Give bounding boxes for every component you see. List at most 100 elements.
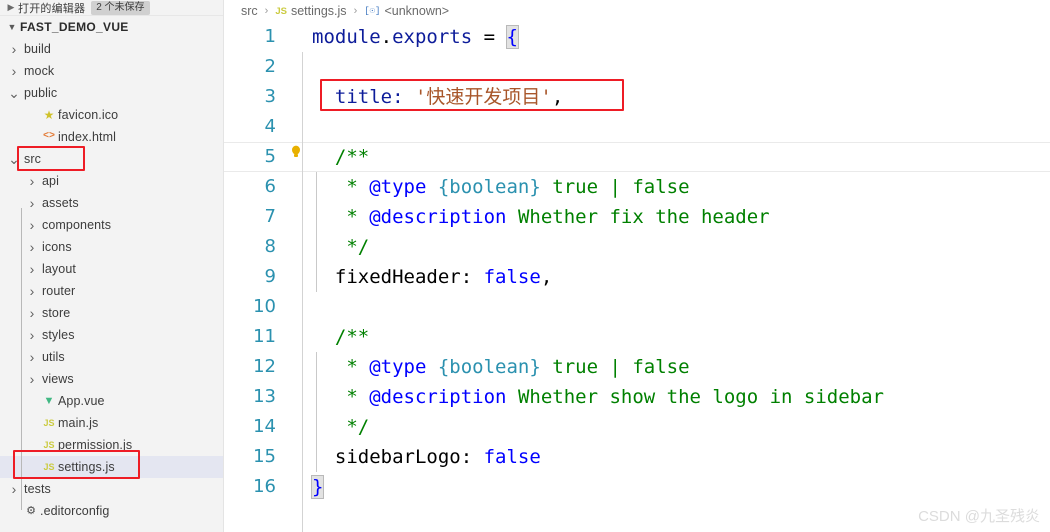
vue-icon: ▼ xyxy=(43,394,55,407)
line-content[interactable]: * @type {boolean} true | false xyxy=(288,172,1050,202)
tree-item-layout[interactable]: › layout xyxy=(0,258,223,280)
code-line[interactable]: 14 */ xyxy=(224,412,1050,442)
token-jsdoc-tag-type: @type xyxy=(369,176,427,198)
code-line[interactable]: 2 xyxy=(224,52,1050,82)
tree-item--editorconfig[interactable]: ⚙ .editorconfig xyxy=(0,500,223,522)
line-content[interactable]: title: '快速开发项目', xyxy=(288,82,1050,112)
code-line[interactable]: 4 xyxy=(224,112,1050,142)
line-content[interactable]: sidebarLogo: false xyxy=(288,442,1050,472)
token-operator: = xyxy=(472,26,507,48)
token-comma: , xyxy=(551,86,564,108)
code-line[interactable]: 7 * @description Whether fix the header xyxy=(224,202,1050,232)
tree-item-index-html[interactable]: <> index.html xyxy=(0,126,223,148)
breadcrumb-file[interactable]: settings.js xyxy=(291,4,347,18)
chevron-right-icon: › xyxy=(29,305,35,321)
chevron-right-icon: › xyxy=(29,371,35,387)
tree-item-label: main.js xyxy=(58,416,99,430)
line-content[interactable]: * @description Whether fix the header xyxy=(288,202,1050,232)
code-content[interactable]: 1 module.exports = { 2 3 title: '快速开发项目'… xyxy=(224,22,1050,532)
line-number: 7 xyxy=(264,206,276,227)
js-file-icon: JS xyxy=(275,5,287,17)
tree-item-label: styles xyxy=(42,328,75,342)
tree-item-main-js[interactable]: JS main.js xyxy=(0,412,223,434)
tree-item-styles[interactable]: › styles xyxy=(0,324,223,346)
tree-item-label: layout xyxy=(42,262,76,276)
line-content[interactable]: module.exports = { xyxy=(288,22,1050,52)
tree-indent-guide xyxy=(21,208,22,510)
line-content[interactable]: } xyxy=(288,472,1050,502)
tree-item-label: build xyxy=(24,42,51,56)
tree-item-label: views xyxy=(42,372,74,386)
tree-item-icons[interactable]: › icons xyxy=(0,236,223,258)
tree-item-public[interactable]: ⌄ public xyxy=(0,82,223,104)
tree-item-views[interactable]: › views xyxy=(0,368,223,390)
line-content[interactable]: /** xyxy=(288,322,1050,352)
js-icon: JS xyxy=(43,461,55,472)
tree-item-assets[interactable]: › assets xyxy=(0,192,223,214)
line-content[interactable]: * @description Whether show the logo in … xyxy=(288,382,1050,412)
code-line[interactable]: 3 title: '快速开发项目', xyxy=(224,82,1050,112)
chevron-right-icon: › xyxy=(29,349,35,365)
token-jsdoc-tag-description: @description xyxy=(369,206,507,228)
token-comment-star: * xyxy=(334,206,370,228)
line-content[interactable]: /** xyxy=(288,142,1050,172)
breadcrumb-separator-icon: › xyxy=(264,5,269,17)
tree-item-tests[interactable]: › tests xyxy=(0,478,223,500)
breadcrumb-folder[interactable]: src xyxy=(241,4,258,18)
tree-item-label: components xyxy=(42,218,112,232)
line-content[interactable]: fixedHeader: false, xyxy=(288,262,1050,292)
code-line[interactable]: 6 * @type {boolean} true | false xyxy=(224,172,1050,202)
chevron-right-icon: › xyxy=(29,327,35,343)
tree-item-app-vue[interactable]: ▼ App.vue xyxy=(0,390,223,412)
lightbulb-quickfix-icon[interactable] xyxy=(290,145,302,159)
token-comment-text: Whether fix the header xyxy=(506,206,770,228)
token-comment-star: * xyxy=(334,386,370,408)
token-jsdoc-tag-description: @description xyxy=(369,386,507,408)
token-comma: , xyxy=(540,266,553,288)
tree-item-utils[interactable]: › utils xyxy=(0,346,223,368)
code-line[interactable]: 10 xyxy=(224,292,1050,322)
tree-item-build[interactable]: › build xyxy=(0,38,223,60)
tree-item-components[interactable]: › components xyxy=(0,214,223,236)
gear-icon: ⚙ xyxy=(26,504,36,517)
symbol-icon: [☉] xyxy=(364,6,381,16)
tree-item-permission-js[interactable]: JS permission.js xyxy=(0,434,223,456)
chevron-right-icon: › xyxy=(29,239,35,255)
breadcrumb-symbol[interactable]: <unknown> xyxy=(384,4,449,18)
tree-item-router[interactable]: › router xyxy=(0,280,223,302)
line-content[interactable]: */ xyxy=(288,412,1050,442)
line-content[interactable]: * @type {boolean} true | false xyxy=(288,352,1050,382)
token-comment-star: * xyxy=(334,176,370,198)
tree-item-label: icons xyxy=(42,240,72,254)
tree-item-label: assets xyxy=(42,196,79,210)
code-line[interactable]: 13 * @description Whether show the logo … xyxy=(224,382,1050,412)
token-comment-text: Whether show the logo in sidebar xyxy=(506,386,884,408)
tree-item-favicon-ico[interactable]: ★ favicon.ico xyxy=(0,104,223,126)
code-line[interactable]: 9 fixedHeader: false, xyxy=(224,262,1050,292)
line-content[interactable]: */ xyxy=(288,232,1050,262)
tree-item-settings-js[interactable]: JS settings.js xyxy=(0,456,223,478)
tree-item-src[interactable]: ⌄ src xyxy=(0,148,223,170)
token-brace-close: } xyxy=(310,475,325,499)
line-number: 15 xyxy=(253,446,276,467)
star-icon: ★ xyxy=(43,108,55,122)
open-editors-section-header[interactable]: ▶ 打开的编辑器 2 个未保存 xyxy=(0,0,223,16)
token-boolean-value: false xyxy=(483,446,541,468)
tree-item-mock[interactable]: › mock xyxy=(0,60,223,82)
code-line[interactable]: 12 * @type {boolean} true | false xyxy=(224,352,1050,382)
tree-item-store[interactable]: › store xyxy=(0,302,223,324)
code-line[interactable]: 15 sidebarLogo: false xyxy=(224,442,1050,472)
line-number: 10 xyxy=(253,296,276,317)
code-line-current[interactable]: 5 /** xyxy=(224,142,1050,172)
tree-item-api[interactable]: › api xyxy=(0,170,223,192)
code-line[interactable]: 1 module.exports = { xyxy=(224,22,1050,52)
code-line[interactable]: 16 } xyxy=(224,472,1050,502)
code-line[interactable]: 8 */ xyxy=(224,232,1050,262)
breadcrumb: src › JS settings.js › [☉] <unknown> xyxy=(224,0,1050,22)
workspace-root-row[interactable]: ▼ FAST_DEMO_VUE xyxy=(0,16,223,38)
tree-item-label: utils xyxy=(42,350,65,364)
code-line[interactable]: 11 /** xyxy=(224,322,1050,352)
